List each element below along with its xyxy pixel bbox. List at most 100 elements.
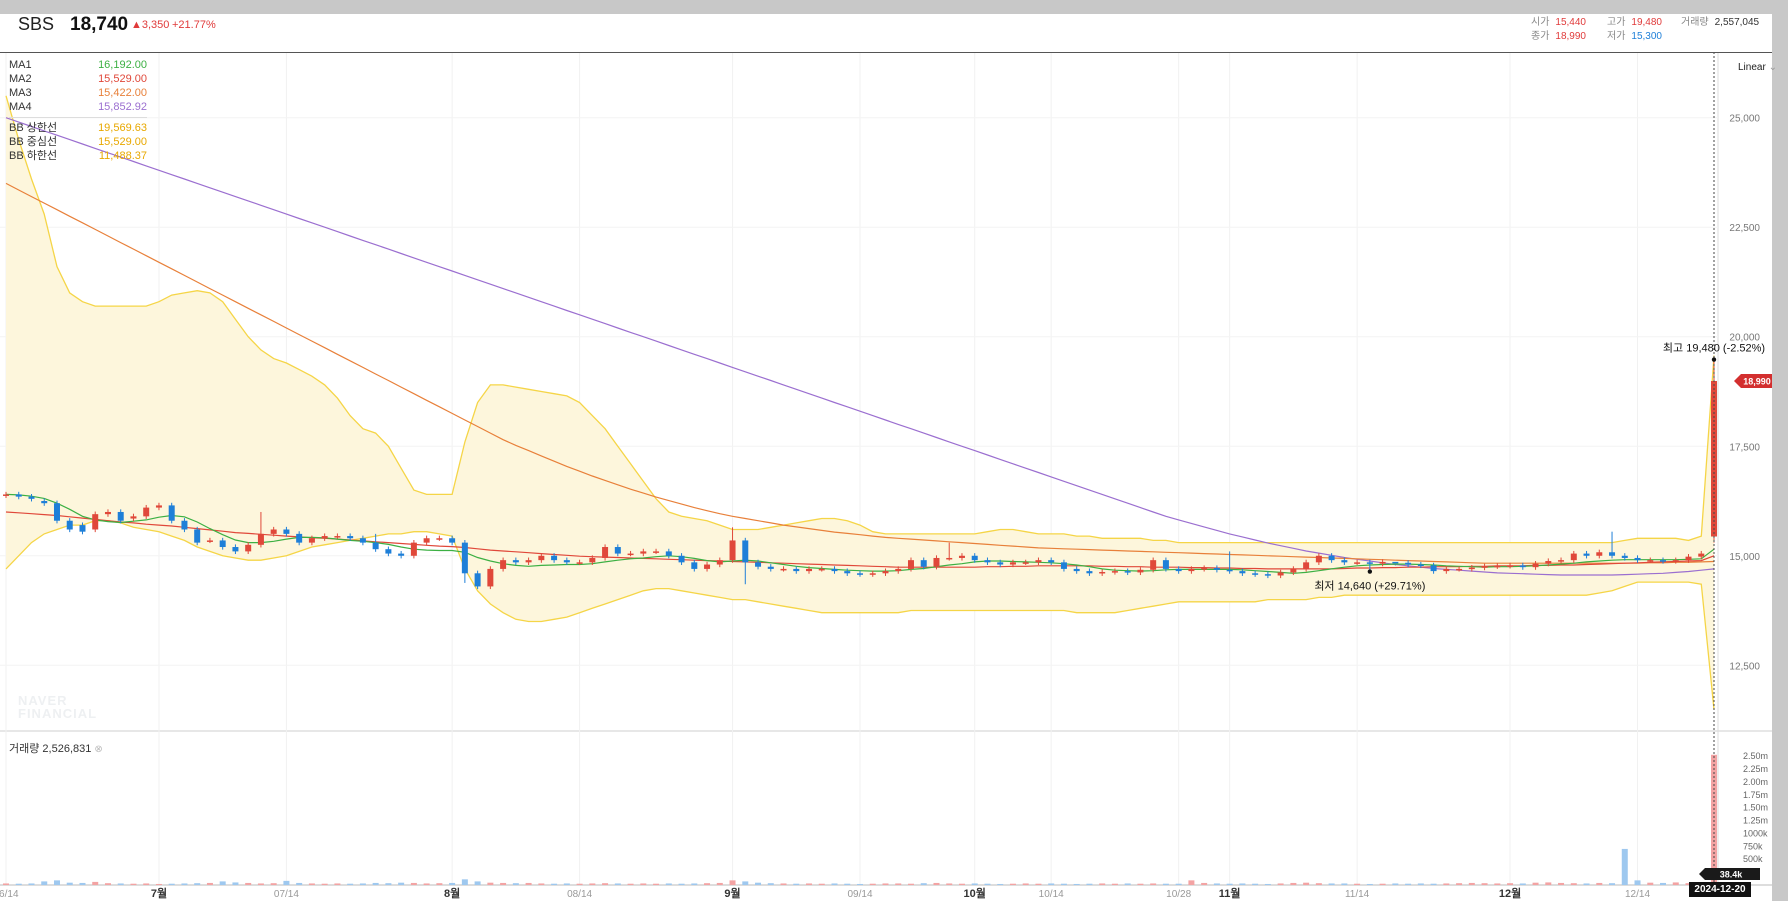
volume-bar [1443, 883, 1450, 885]
candle-body [436, 538, 443, 540]
candle-body [512, 560, 519, 563]
volume-bar [1558, 882, 1565, 885]
high-annotation: 최고 19,480 (-2.52%) [1663, 342, 1765, 355]
x-tick-label: 8월 [444, 886, 460, 900]
indicator-legend: MA1 16,192.00 MA2 15,529.00 MA3 15,422.00 M… [9, 58, 147, 163]
legend-bb-middle[interactable]: BB 중심선 15,529.00 [9, 135, 147, 149]
volume-bar [857, 883, 863, 885]
candle-body [449, 538, 456, 543]
legend-ma3[interactable]: MA3 15,422.00 [9, 86, 147, 100]
volume-bar [1672, 882, 1679, 885]
volume-bar [181, 883, 188, 885]
volume-bar [971, 883, 978, 885]
high-price: 고가 19,480 [1607, 17, 1662, 28]
candle-body [321, 536, 328, 539]
volume-bar [1252, 883, 1259, 885]
x-tick-label: 12월 [1499, 886, 1521, 900]
volume-bar [729, 880, 736, 885]
volume-bar [1226, 883, 1233, 885]
volume-bar [576, 883, 583, 885]
candle-body [372, 542, 379, 550]
volume-tick-label: 1.25m [1743, 816, 1768, 826]
volume-bar [1507, 883, 1514, 885]
volume-bar [793, 883, 800, 885]
annotation-dot [1711, 357, 1717, 362]
candle-body [704, 564, 711, 569]
candle-body [729, 540, 736, 561]
volume-bar [487, 882, 494, 885]
naver-financial-watermark: NAVER FINANCIAL [18, 693, 98, 721]
candle-body [920, 560, 927, 567]
candle-body [270, 529, 277, 534]
legend-ma1[interactable]: MA1 16,192.00 [9, 58, 147, 72]
volume-bar [436, 883, 443, 885]
candle-body [1137, 569, 1144, 573]
candle-body [1596, 552, 1603, 556]
close-icon[interactable]: ⊗ [94, 744, 102, 755]
candle-body [1048, 560, 1055, 563]
candle-body [869, 573, 876, 575]
candle-body [1213, 568, 1220, 570]
legend-bb-upper[interactable]: BB 상한선 19,569.63 [9, 121, 147, 135]
candle-body [1328, 555, 1335, 561]
volume-bar [1086, 883, 1093, 885]
volume-bar [1519, 883, 1526, 885]
volume-bar [538, 883, 545, 885]
candle-body [716, 560, 723, 565]
volume-bar [1060, 883, 1067, 885]
annotation-dot [1367, 569, 1373, 574]
volume-bar [1137, 883, 1144, 885]
candle-body [257, 533, 264, 545]
candle-body [742, 540, 749, 563]
candle-body [857, 573, 863, 575]
candle-body [946, 557, 953, 560]
legend-ma4[interactable]: MA4 15,852.92 [9, 100, 147, 114]
volume-bar [1354, 883, 1361, 885]
candle-body [1086, 571, 1093, 574]
candle-body [958, 555, 965, 558]
price-tick-label: 17,500 [1729, 442, 1760, 453]
legend-bb-lower[interactable]: BB 하한선 11,488.37 [9, 149, 147, 163]
volume-bar [1239, 883, 1246, 885]
candle-body [334, 536, 341, 538]
legend-ma2[interactable]: MA2 15,529.00 [9, 72, 147, 86]
candle-body [359, 538, 366, 543]
candle-body [1162, 560, 1169, 569]
volume-bar [1392, 883, 1399, 885]
candle-body [232, 547, 239, 552]
candle-body [1175, 568, 1182, 572]
candle-body [219, 540, 226, 548]
candle-body [1647, 560, 1654, 562]
volume-bar [614, 883, 621, 885]
volume-bar [385, 883, 392, 885]
volume-bar [1609, 883, 1616, 885]
candle-body [984, 560, 991, 563]
volume-bar [372, 882, 379, 885]
candle-body [79, 525, 86, 532]
volume-bar [563, 883, 570, 885]
price-tick-label: 22,500 [1729, 223, 1760, 234]
candle-body [194, 529, 201, 543]
candle-body [806, 568, 813, 572]
volume-tick-label: 2.00m [1743, 777, 1768, 787]
volume-bar [691, 883, 698, 885]
scale-mode-select[interactable]: Linear ⌄ [1738, 62, 1777, 73]
candle-body [882, 571, 889, 574]
volume-bar [270, 883, 277, 885]
x-tick-label: 06/14 [0, 889, 19, 900]
candle-body [1035, 560, 1042, 563]
volume-bar [1213, 883, 1220, 885]
volume-bar [1570, 883, 1577, 885]
volume-bar [1341, 883, 1348, 885]
volume-bar [1647, 882, 1654, 885]
volume-bar [551, 883, 558, 885]
volume-total: 거래량 2,557,045 [1681, 17, 1760, 28]
volume-bar [92, 881, 99, 885]
volume-bar [1099, 883, 1106, 885]
x-tick-label: 11월 [1219, 886, 1241, 900]
stock-chart[interactable]: 06/14 7월 07/14 8월 08/14 9월 09/14 10월 10/14 10/28 1… [0, 0, 1788, 901]
candle-body [155, 505, 162, 508]
candle-body [1621, 555, 1628, 558]
candle-body [308, 538, 315, 543]
candle-body [627, 553, 634, 556]
